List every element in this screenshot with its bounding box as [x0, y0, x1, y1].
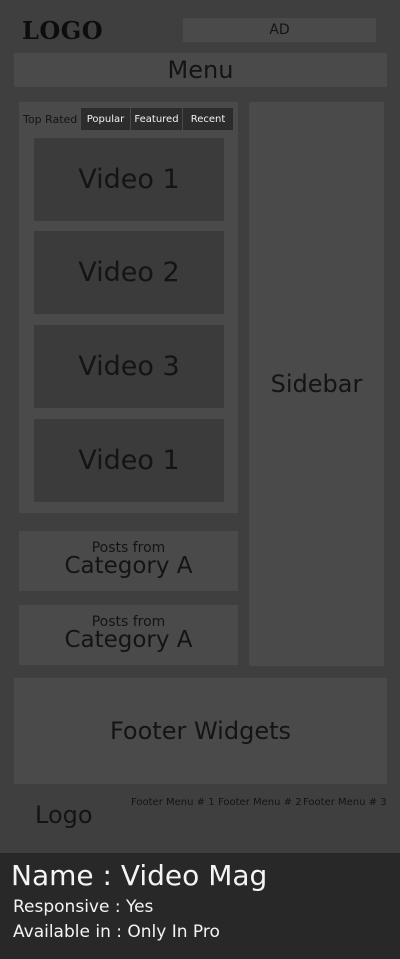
sidebar: Sidebar	[249, 102, 384, 666]
posts-category-block-2[interactable]: Posts from Category A	[19, 605, 238, 665]
main-menu[interactable]: Menu	[14, 53, 387, 87]
video-thumbnail-3[interactable]: Video 3	[34, 325, 224, 408]
theme-info-bar: Name : Video Mag Responsive : Yes Availa…	[0, 853, 400, 959]
footer-menu-link-3[interactable]: Footer Menu # 3	[303, 797, 387, 808]
tab-featured[interactable]: Featured	[131, 108, 182, 130]
tab-top-rated[interactable]: Top Rated	[23, 108, 81, 130]
responsive-info: Responsive : Yes	[13, 897, 154, 917]
availability-info: Available in : Only In Pro	[13, 922, 220, 942]
posts-category-block-1[interactable]: Posts from Category A	[19, 531, 238, 591]
logo[interactable]: LOGO	[22, 16, 103, 45]
footer-logo[interactable]: Logo	[35, 801, 93, 829]
footer-menu-link-2[interactable]: Footer Menu # 2	[218, 797, 302, 808]
category-label: Category A	[64, 553, 193, 579]
footer-menu-link-1[interactable]: Footer Menu # 1	[131, 797, 215, 808]
footer-widgets: Footer Widgets	[14, 678, 387, 784]
category-label: Category A	[64, 627, 193, 653]
ad-banner[interactable]: AD	[183, 18, 376, 42]
tab-popular[interactable]: Popular	[81, 108, 130, 130]
theme-name: Name : Video Mag	[11, 859, 268, 892]
video-thumbnail-1[interactable]: Video 1	[34, 138, 224, 221]
video-tabs-panel: Top Rated Popular Featured Recent Video …	[19, 102, 238, 513]
video-thumbnail-4[interactable]: Video 1	[34, 419, 224, 502]
tab-recent[interactable]: Recent	[183, 108, 233, 130]
video-thumbnail-2[interactable]: Video 2	[34, 231, 224, 314]
